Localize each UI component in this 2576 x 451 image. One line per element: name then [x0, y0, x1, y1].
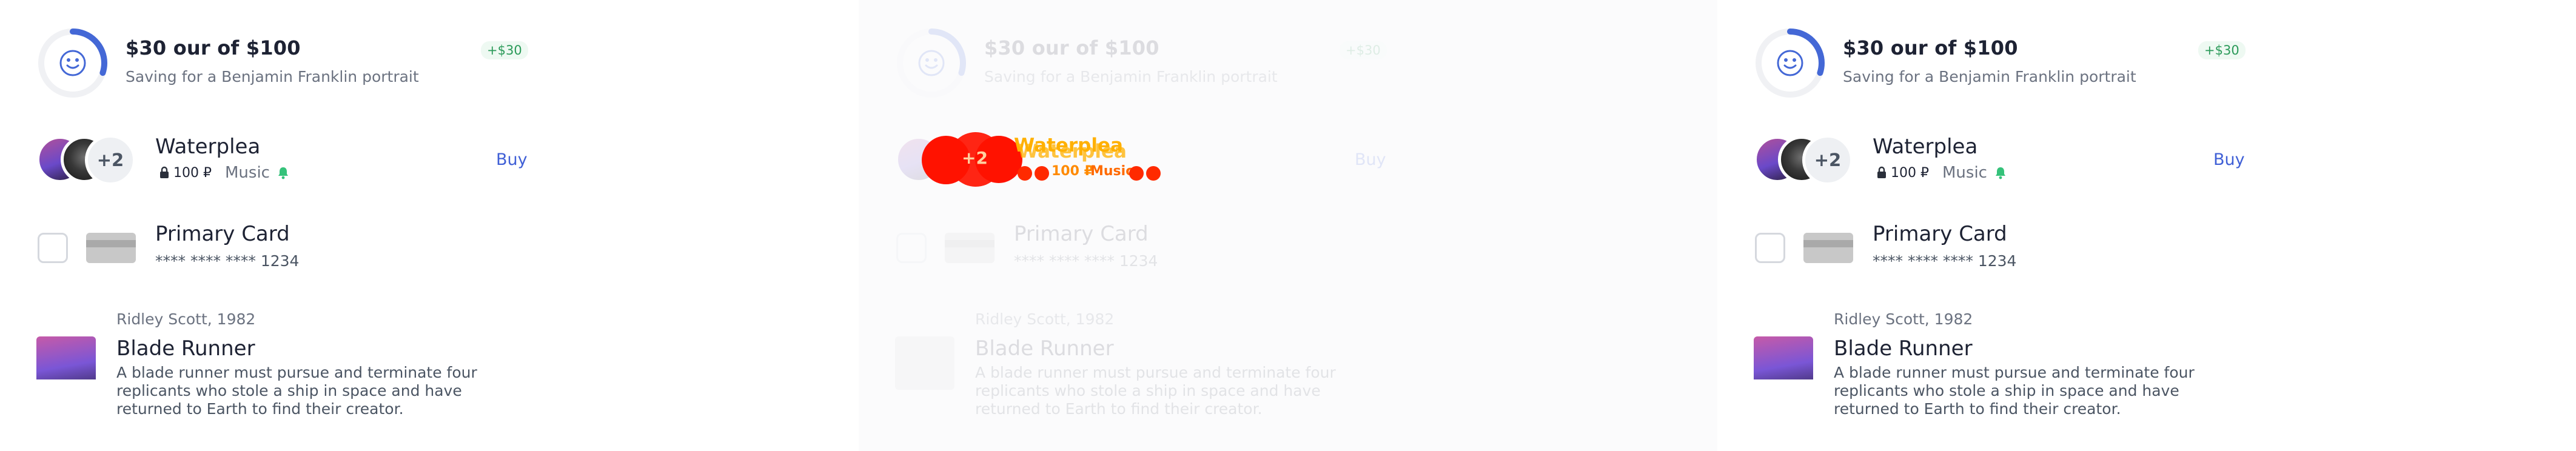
- savings-title: $30 our of $100: [126, 36, 301, 59]
- overlay-title: Waterplea: [1014, 135, 1123, 156]
- overlay-more: +2: [962, 148, 988, 168]
- overlay-meta: 100 ₽: [1052, 164, 1093, 179]
- buy-button[interactable]: Buy: [1355, 150, 1386, 169]
- card-checkbox[interactable]: [896, 233, 927, 263]
- savings-subtitle: Saving for a Benjamin Franklin portrait: [1843, 68, 2136, 85]
- bell-icon: [1995, 167, 2005, 179]
- subscription-title: Waterplea: [1873, 135, 1978, 159]
- card-thumbnail: [1803, 233, 1853, 263]
- overlay-genre: Music: [1090, 164, 1134, 179]
- movie-title: Blade Runner: [975, 336, 1114, 361]
- movie-description: A blade runner must pursue and terminate…: [975, 364, 1336, 418]
- bell-icon: [278, 167, 288, 179]
- subscription-title: Waterplea: [155, 135, 261, 159]
- movie-meta: Ridley Scott, 1982: [116, 310, 256, 328]
- movie-poster: [895, 336, 954, 390]
- movie-description: A blade runner must pursue and terminate…: [116, 364, 477, 418]
- delta-badge: +$30: [481, 41, 528, 59]
- subscription-meta: 100 ₽ Music: [159, 164, 289, 182]
- subscription-genre: Music: [1942, 164, 1987, 182]
- savings-subtitle: Saving for a Benjamin Franklin portrait: [126, 68, 419, 85]
- overlay-dot: [1146, 166, 1161, 181]
- avatar: [895, 136, 942, 183]
- card-checkbox[interactable]: [1755, 233, 1785, 263]
- subscription-meta: 100 ₽ Music: [1876, 164, 2007, 182]
- panel-right: $30 our of $100 Saving for a Benjamin Fr…: [1717, 0, 2576, 451]
- card-thumbnail: [86, 233, 136, 263]
- overlay-blob: [975, 136, 1022, 183]
- more-avatars-badge: +2: [85, 135, 136, 185]
- smile-icon: [59, 50, 86, 76]
- panel-middle: $30 our of $100 Saving for a Benjamin Fr…: [859, 0, 1717, 451]
- overlay-dot: [1018, 166, 1032, 181]
- subscription-price: 100 ₽: [1891, 165, 1929, 181]
- lock-icon: [1877, 166, 1886, 178]
- movie-description: A blade runner must pursue and terminate…: [1834, 364, 2195, 418]
- poster-caption-band: [1754, 379, 1813, 390]
- movie-title: Blade Runner: [116, 336, 255, 361]
- card-checkbox[interactable]: [38, 233, 68, 263]
- movie-meta: Ridley Scott, 1982: [975, 310, 1115, 328]
- savings-title: $30 our of $100: [1843, 36, 2018, 59]
- subscription-genre: Music: [224, 164, 270, 182]
- buy-button[interactable]: Buy: [496, 150, 528, 169]
- buy-button[interactable]: Buy: [2213, 150, 2245, 169]
- progress-ring: [38, 28, 107, 98]
- savings-title: $30 our of $100: [984, 36, 1159, 59]
- more-avatars-badge: +2: [1802, 135, 1853, 185]
- overlay-title-ghost: Waterplea: [1018, 141, 1127, 162]
- subscription-price: 100 ₽: [173, 165, 212, 181]
- panel-left: $30 our of $100 Saving for a Benjamin Fr…: [0, 0, 859, 451]
- overlay-blob: [948, 132, 1003, 187]
- delta-badge: +$30: [2198, 41, 2246, 59]
- progress-ring: [1756, 28, 1825, 98]
- card-thumbnail: [945, 233, 995, 263]
- movie-title: Blade Runner: [1834, 336, 1973, 361]
- poster-caption-band: [36, 379, 96, 390]
- overlay-dot: [1035, 166, 1049, 181]
- card-number: **** **** **** 1234: [1873, 252, 2017, 270]
- progress-ring: [897, 28, 966, 98]
- overlay-dot: [1129, 166, 1144, 181]
- card-number: **** **** **** 1234: [155, 252, 300, 270]
- card-title: Primary Card: [1873, 222, 2007, 246]
- movie-meta: Ridley Scott, 1982: [1834, 310, 1973, 328]
- smile-icon: [1777, 50, 1803, 76]
- card-title: Primary Card: [1014, 222, 1149, 246]
- card-number: **** **** **** 1234: [1014, 252, 1158, 270]
- card-title: Primary Card: [155, 222, 290, 246]
- delta-badge: +$30: [1340, 41, 1387, 59]
- savings-subtitle: Saving for a Benjamin Franklin portrait: [984, 68, 1278, 85]
- smile-icon: [918, 50, 945, 76]
- lock-icon: [160, 166, 169, 178]
